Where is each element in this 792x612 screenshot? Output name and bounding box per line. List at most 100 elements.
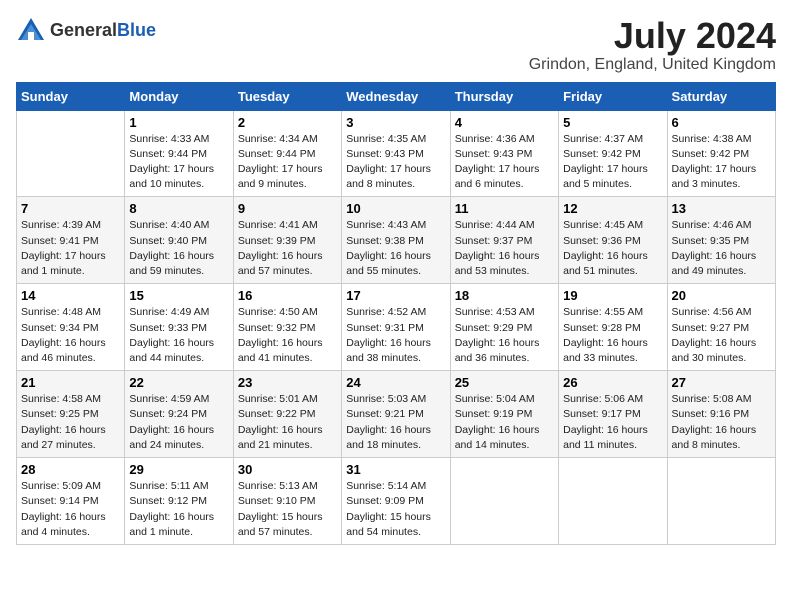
calendar-cell: 22Sunrise: 4:59 AMSunset: 9:24 PMDayligh…	[125, 371, 233, 458]
day-info: Sunrise: 4:48 AMSunset: 9:34 PMDaylight:…	[21, 305, 120, 366]
calendar-cell: 2 Sunrise: 4:34 AMSunset: 9:44 PMDaylight…	[233, 110, 341, 197]
day-info: Sunrise: 4:52 AMSunset: 9:31 PMDaylight:…	[346, 305, 445, 366]
day-number: 16	[238, 288, 337, 303]
calendar-cell: 25Sunrise: 5:04 AMSunset: 9:19 PMDayligh…	[450, 371, 558, 458]
calendar-cell: 21 Sunrise: 4:58 AMSunset: 9:25 PMDayligh…	[17, 371, 125, 458]
day-info: Sunrise: 4:43 AMSunset: 9:38 PMDaylight:…	[346, 218, 445, 279]
weekday-header-tuesday: Tuesday	[233, 82, 341, 110]
calendar-cell: 27 Sunrise: 5:08 AMSunset: 9:16 PMDayligh…	[667, 371, 775, 458]
day-number: 17	[346, 288, 445, 303]
day-number: 21	[21, 375, 120, 390]
calendar-cell: 20 Sunrise: 4:56 AMSunset: 9:27 PMDayligh…	[667, 284, 775, 371]
day-info: Sunrise: 5:13 AMSunset: 9:10 PMDaylight:…	[238, 479, 337, 540]
calendar-cell: 13Sunrise: 4:46 AMSunset: 9:35 PMDayligh…	[667, 197, 775, 284]
calendar-cell: 24Sunrise: 5:03 AMSunset: 9:21 PMDayligh…	[342, 371, 450, 458]
weekday-header-sunday: Sunday	[17, 82, 125, 110]
day-info: Sunrise: 5:06 AMSunset: 9:17 PMDaylight:…	[563, 392, 662, 453]
weekday-header-monday: Monday	[125, 82, 233, 110]
day-info: Sunrise: 4:36 AMSunset: 9:43 PMDaylight:…	[455, 132, 554, 193]
calendar-cell: 10 Sunrise: 4:43 AMSunset: 9:38 PMDayligh…	[342, 197, 450, 284]
day-number: 6	[672, 115, 771, 130]
day-number: 19	[563, 288, 662, 303]
calendar-cell: 12 Sunrise: 4:45 AMSunset: 9:36 PMDayligh…	[559, 197, 667, 284]
day-info: Sunrise: 4:56 AMSunset: 9:27 PMDaylight:…	[672, 305, 771, 366]
day-number: 31	[346, 462, 445, 477]
day-info: Sunrise: 4:40 AMSunset: 9:40 PMDaylight:…	[129, 218, 228, 279]
logo-text-general: General	[50, 20, 117, 40]
day-info: Sunrise: 4:59 AMSunset: 9:24 PMDaylight:…	[129, 392, 228, 453]
month-title: July 2024	[529, 16, 776, 56]
day-number: 23	[238, 375, 337, 390]
weekday-header-row: SundayMondayTuesdayWednesdayThursdayFrid…	[17, 82, 776, 110]
logo-icon	[16, 16, 46, 46]
logo-text-blue: Blue	[117, 20, 156, 40]
day-number: 24	[346, 375, 445, 390]
day-number: 18	[455, 288, 554, 303]
calendar-cell: 16 Sunrise: 4:50 AMSunset: 9:32 PMDayligh…	[233, 284, 341, 371]
day-info: Sunrise: 4:38 AMSunset: 9:42 PMDaylight:…	[672, 132, 771, 193]
day-number: 27	[672, 375, 771, 390]
calendar-cell: 18 Sunrise: 4:53 AMSunset: 9:29 PMDayligh…	[450, 284, 558, 371]
day-info: Sunrise: 4:33 AMSunset: 9:44 PMDaylight:…	[129, 132, 228, 193]
day-number: 12	[563, 201, 662, 216]
day-info: Sunrise: 4:35 AMSunset: 9:43 PMDaylight:…	[346, 132, 445, 193]
day-info: Sunrise: 4:50 AMSunset: 9:32 PMDaylight:…	[238, 305, 337, 366]
day-info: Sunrise: 4:53 AMSunset: 9:29 PMDaylight:…	[455, 305, 554, 366]
calendar-cell: 17 Sunrise: 4:52 AMSunset: 9:31 PMDayligh…	[342, 284, 450, 371]
weekday-header-wednesday: Wednesday	[342, 82, 450, 110]
weekday-header-friday: Friday	[559, 82, 667, 110]
day-number: 14	[21, 288, 120, 303]
calendar-cell: 9Sunrise: 4:41 AMSunset: 9:39 PMDaylight…	[233, 197, 341, 284]
logo: GeneralBlue	[16, 16, 156, 46]
day-info: Sunrise: 4:39 AMSunset: 9:41 PMDaylight:…	[21, 218, 120, 279]
calendar-cell: 29Sunrise: 5:11 AMSunset: 9:12 PMDayligh…	[125, 458, 233, 545]
calendar-cell: 8 Sunrise: 4:40 AMSunset: 9:40 PMDaylight…	[125, 197, 233, 284]
day-info: Sunrise: 5:08 AMSunset: 9:16 PMDaylight:…	[672, 392, 771, 453]
calendar-cell	[667, 458, 775, 545]
calendar-cell: 4 Sunrise: 4:36 AMSunset: 9:43 PMDaylight…	[450, 110, 558, 197]
calendar-cell: 7 Sunrise: 4:39 AMSunset: 9:41 PMDaylight…	[17, 197, 125, 284]
calendar-cell: 15 Sunrise: 4:49 AMSunset: 9:33 PMDayligh…	[125, 284, 233, 371]
calendar-cell: 28Sunrise: 5:09 AMSunset: 9:14 PMDayligh…	[17, 458, 125, 545]
calendar-cell: 14 Sunrise: 4:48 AMSunset: 9:34 PMDayligh…	[17, 284, 125, 371]
calendar-cell: 1Sunrise: 4:33 AMSunset: 9:44 PMDaylight…	[125, 110, 233, 197]
day-info: Sunrise: 4:49 AMSunset: 9:33 PMDaylight:…	[129, 305, 228, 366]
weekday-header-thursday: Thursday	[450, 82, 558, 110]
calendar-cell: 30 Sunrise: 5:13 AMSunset: 9:10 PMDayligh…	[233, 458, 341, 545]
day-number: 29	[129, 462, 228, 477]
day-number: 10	[346, 201, 445, 216]
calendar-week-row: 1Sunrise: 4:33 AMSunset: 9:44 PMDaylight…	[17, 110, 776, 197]
day-info: Sunrise: 4:37 AMSunset: 9:42 PMDaylight:…	[563, 132, 662, 193]
day-number: 28	[21, 462, 120, 477]
day-number: 30	[238, 462, 337, 477]
day-number: 20	[672, 288, 771, 303]
day-info: Sunrise: 4:44 AMSunset: 9:37 PMDaylight:…	[455, 218, 554, 279]
day-number: 15	[129, 288, 228, 303]
day-number: 11	[455, 201, 554, 216]
day-number: 5	[563, 115, 662, 130]
calendar-week-row: 14 Sunrise: 4:48 AMSunset: 9:34 PMDayligh…	[17, 284, 776, 371]
calendar-week-row: 21 Sunrise: 4:58 AMSunset: 9:25 PMDayligh…	[17, 371, 776, 458]
calendar-cell: 31Sunrise: 5:14 AMSunset: 9:09 PMDayligh…	[342, 458, 450, 545]
day-info: Sunrise: 4:58 AMSunset: 9:25 PMDaylight:…	[21, 392, 120, 453]
day-info: Sunrise: 5:01 AMSunset: 9:22 PMDaylight:…	[238, 392, 337, 453]
day-number: 7	[21, 201, 120, 216]
page-header: GeneralBlue July 2024 Grindon, England, …	[16, 16, 776, 74]
calendar-cell	[559, 458, 667, 545]
day-info: Sunrise: 4:41 AMSunset: 9:39 PMDaylight:…	[238, 218, 337, 279]
calendar-week-row: 7 Sunrise: 4:39 AMSunset: 9:41 PMDaylight…	[17, 197, 776, 284]
calendar-table: SundayMondayTuesdayWednesdayThursdayFrid…	[16, 82, 776, 545]
day-number: 2	[238, 115, 337, 130]
location-title: Grindon, England, United Kingdom	[529, 56, 776, 74]
day-info: Sunrise: 4:45 AMSunset: 9:36 PMDaylight:…	[563, 218, 662, 279]
calendar-cell	[450, 458, 558, 545]
weekday-header-saturday: Saturday	[667, 82, 775, 110]
calendar-cell: 19Sunrise: 4:55 AMSunset: 9:28 PMDayligh…	[559, 284, 667, 371]
calendar-cell: 26Sunrise: 5:06 AMSunset: 9:17 PMDayligh…	[559, 371, 667, 458]
day-info: Sunrise: 4:34 AMSunset: 9:44 PMDaylight:…	[238, 132, 337, 193]
calendar-cell: 6 Sunrise: 4:38 AMSunset: 9:42 PMDaylight…	[667, 110, 775, 197]
day-number: 8	[129, 201, 228, 216]
day-number: 25	[455, 375, 554, 390]
day-info: Sunrise: 4:46 AMSunset: 9:35 PMDaylight:…	[672, 218, 771, 279]
day-number: 4	[455, 115, 554, 130]
